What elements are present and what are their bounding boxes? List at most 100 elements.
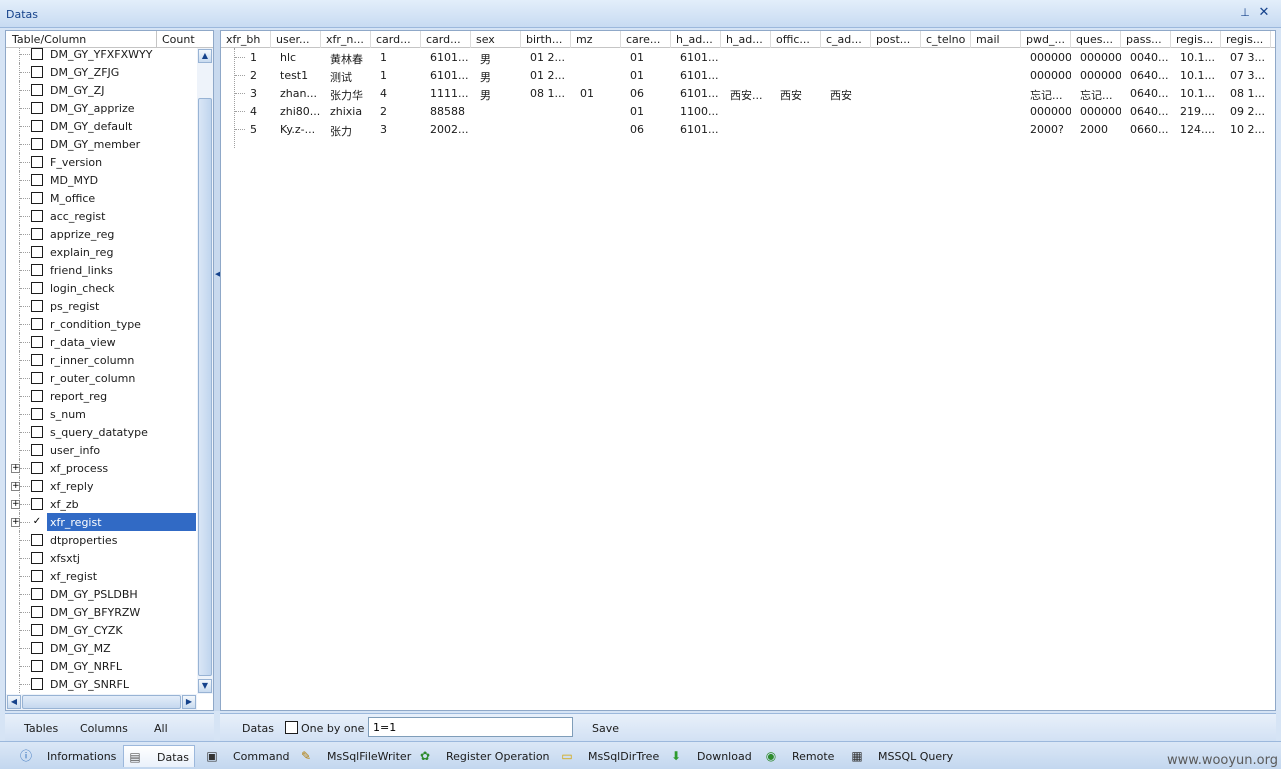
table-cell[interactable]: 男 (480, 87, 521, 103)
table-cell[interactable]: 6101... (680, 87, 721, 100)
tab-datas[interactable]: ▤ Datas (123, 745, 195, 767)
expand-icon[interactable]: + (11, 482, 20, 491)
tab-download[interactable]: ⬇ Download (664, 745, 754, 767)
column-header[interactable]: pwd_... (1021, 31, 1071, 48)
tree-item-checkbox[interactable] (31, 282, 43, 294)
tree-item-checkbox[interactable] (31, 444, 43, 456)
tree-item-checkbox[interactable] (31, 390, 43, 402)
tab-register-operation[interactable]: ✿ Register Operation (413, 745, 551, 767)
table-row[interactable]: 4 zhi80... zhixia 2 88588 01 1100... 000000 0000… (221, 102, 1275, 120)
tree-item[interactable]: + xf_zb (6, 495, 196, 513)
tree-item[interactable]: report_reg (6, 387, 196, 405)
table-cell[interactable]: 男 (480, 51, 521, 67)
tree-item-checkbox[interactable] (31, 480, 43, 492)
tree-item[interactable]: r_data_view (6, 333, 196, 351)
tree-item[interactable]: DM_GY_ZFJG (6, 63, 196, 81)
tab-command[interactable]: ▣ Command (200, 745, 290, 767)
table-cell[interactable]: 西安 (780, 87, 821, 103)
table-cell[interactable]: 张力华 (330, 87, 371, 103)
table-cell[interactable]: 3 (380, 123, 421, 136)
table-cell[interactable]: 01 2... (530, 51, 571, 64)
tree-item[interactable]: r_inner_column (6, 351, 196, 369)
table-cell[interactable]: 000000 (1030, 51, 1071, 64)
tree-item-checkbox[interactable] (31, 228, 43, 240)
tree-vertical-scrollbar[interactable]: ▲ ▼ (197, 48, 213, 694)
table-cell[interactable]: 2 (250, 69, 271, 82)
column-header[interactable]: mz (571, 31, 621, 48)
table-cell[interactable]: 黄林春 (330, 51, 371, 67)
tree-item[interactable]: apprize_reg (6, 225, 196, 243)
close-icon[interactable]: ✕ (1257, 5, 1271, 21)
column-header[interactable]: sex (471, 31, 521, 48)
table-cell[interactable]: 000000 (1080, 69, 1121, 82)
tree-item[interactable]: + ✓ xfr_regist (6, 513, 196, 531)
expand-icon[interactable]: + (11, 500, 20, 509)
table-cell[interactable]: 0640... (1130, 105, 1171, 118)
tree-item-checkbox[interactable] (31, 264, 43, 276)
column-header[interactable]: post... (871, 31, 921, 48)
scroll-thumb[interactable] (198, 98, 212, 676)
tree-item[interactable]: DM_GY_BFYRZW (6, 603, 196, 621)
table-cell[interactable]: 10 2... (1230, 123, 1271, 136)
tree-item[interactable]: DM_GY_YFXFXWYY (6, 48, 196, 63)
table-cell[interactable]: 124.... (1180, 123, 1221, 136)
table-cell[interactable]: 4 (250, 105, 271, 118)
tree-item-checkbox[interactable] (31, 174, 43, 186)
tree-item-checkbox[interactable] (31, 624, 43, 636)
table-cell[interactable]: 男 (480, 69, 521, 85)
tree-item-checkbox[interactable] (31, 48, 43, 60)
column-header[interactable]: pass... (1121, 31, 1171, 48)
tab-informations[interactable]: ⓘ Informations (14, 745, 116, 767)
table-cell[interactable]: 000000 (1080, 51, 1121, 64)
tree-item[interactable]: F_version (6, 153, 196, 171)
column-header[interactable]: regis... (1171, 31, 1221, 48)
column-header[interactable]: xfr_bh (221, 31, 271, 48)
table-cell[interactable]: 10.1... (1180, 51, 1221, 64)
column-header[interactable]: mail (971, 31, 1021, 48)
table-cell[interactable]: zhan... (280, 87, 321, 100)
table-cell[interactable]: 08 1... (1230, 87, 1271, 100)
tree-item[interactable]: MD_MYD (6, 171, 196, 189)
scroll-left-icon[interactable]: ◀ (7, 695, 21, 709)
tree-item-checkbox[interactable] (31, 660, 43, 672)
tree-item[interactable]: ps_regist (6, 297, 196, 315)
table-cell[interactable]: 2000 (1080, 123, 1121, 136)
table-row[interactable]: 2 test1 测试 1 6101... 男 01 2... 01 6101... 000000 0… (221, 66, 1275, 85)
column-header[interactable]: birth... (521, 31, 571, 48)
table-cell[interactable]: 0660... (1130, 123, 1171, 136)
column-header[interactable]: user... (271, 31, 321, 48)
tables-button[interactable]: Tables (24, 722, 58, 735)
tab-mssqlfilewriter[interactable]: ✎ MsSqlFileWriter (294, 745, 411, 767)
tree-item-checkbox[interactable] (31, 534, 43, 546)
tree-item-checkbox[interactable] (31, 138, 43, 150)
tree-item-checkbox[interactable]: ✓ (31, 516, 43, 528)
tree-item[interactable]: s_num (6, 405, 196, 423)
table-cell[interactable]: 1 (380, 51, 421, 64)
table-cell[interactable]: 01 2... (530, 69, 571, 82)
tree-item[interactable]: DM_GY_ZJ (6, 81, 196, 99)
tree-item[interactable]: DM_GY_default (6, 117, 196, 135)
table-cell[interactable]: 10.1... (1180, 69, 1221, 82)
table-cell[interactable]: 西安 (830, 87, 871, 103)
table-cell[interactable]: 09 2... (1230, 105, 1271, 118)
table-cell[interactable]: 6101... (680, 51, 721, 64)
where-condition-input[interactable] (368, 717, 573, 737)
table-cell[interactable]: 000000 (1030, 69, 1071, 82)
tree-item-checkbox[interactable] (31, 354, 43, 366)
table-cell[interactable]: Ky.z-... (280, 123, 321, 136)
table-cell[interactable]: 01 (630, 105, 671, 118)
table-cell[interactable]: 000000 (1080, 105, 1121, 118)
table-cell[interactable]: 4 (380, 87, 421, 100)
tree-item-checkbox[interactable] (31, 120, 43, 132)
tree-item[interactable]: login_check (6, 279, 196, 297)
column-header[interactable]: h_ad... (721, 31, 771, 48)
tree-item-checkbox[interactable] (31, 66, 43, 78)
column-header[interactable]: card... (371, 31, 421, 48)
tree-item-checkbox[interactable] (31, 498, 43, 510)
column-header[interactable]: xfr_n... (321, 31, 371, 48)
tree-item[interactable]: DM_GY_SNRFL (6, 675, 196, 693)
tree-item-checkbox[interactable] (31, 588, 43, 600)
tree-item-checkbox[interactable] (31, 210, 43, 222)
table-cell[interactable]: 2000? (1030, 123, 1071, 136)
column-header[interactable]: offic... (771, 31, 821, 48)
